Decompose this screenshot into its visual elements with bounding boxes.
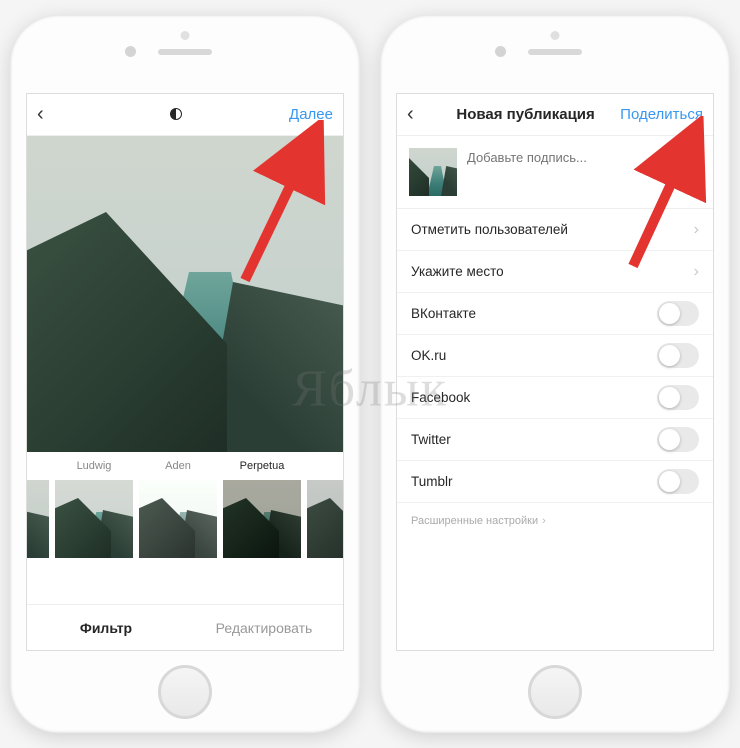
social-row: Facebook	[397, 377, 713, 419]
toggle-vk[interactable]	[657, 301, 699, 326]
chevron-right-icon: ›	[542, 515, 546, 527]
filter-label: Ludwig	[55, 460, 133, 474]
row-label: Укажите место	[411, 264, 504, 279]
back-button[interactable]: ‹	[37, 103, 61, 126]
phone-right: ‹ Новая публикация Поделиться Отметить п…	[380, 15, 730, 733]
tab-filter[interactable]: Фильтр	[27, 605, 185, 650]
filter-item[interactable]: Ludwig	[55, 460, 133, 558]
screen-right: ‹ Новая публикация Поделиться Отметить п…	[396, 93, 714, 651]
add-location-row[interactable]: Укажите место ›	[397, 251, 713, 293]
caption-thumbnail[interactable]	[409, 148, 457, 196]
brightness-icon[interactable]	[61, 104, 289, 126]
tag-people-row[interactable]: Отметить пользователей ›	[397, 209, 713, 251]
caption-row	[397, 136, 713, 209]
speaker-grill	[528, 49, 582, 55]
filter-item[interactable]	[307, 460, 343, 558]
row-label: Отметить пользователей	[411, 222, 568, 237]
header-right: ‹ Новая публикация Поделиться	[397, 94, 713, 136]
social-row: Tumblr	[397, 461, 713, 503]
phone-left: ‹ Далее ema Ludwig Aden Perpe	[10, 15, 360, 733]
screen-left: ‹ Далее ema Ludwig Aden Perpe	[26, 93, 344, 651]
filter-strip[interactable]: ema Ludwig Aden Perpetua	[27, 452, 343, 560]
home-button[interactable]	[158, 665, 212, 719]
row-label: Tumblr	[411, 474, 453, 489]
filter-item[interactable]: Aden	[139, 460, 217, 558]
chevron-right-icon: ›	[694, 263, 699, 281]
sensor-dot	[181, 31, 190, 40]
filter-label	[307, 460, 343, 474]
row-label: ВКонтакте	[411, 306, 476, 321]
header-title: Новая публикация	[431, 106, 620, 123]
share-button[interactable]: Поделиться	[620, 106, 703, 123]
tab-edit[interactable]: Редактировать	[185, 605, 343, 650]
social-row: OK.ru	[397, 335, 713, 377]
front-camera	[495, 46, 506, 57]
next-button[interactable]: Далее	[289, 106, 333, 123]
toggle-tumblr[interactable]	[657, 469, 699, 494]
row-label: OK.ru	[411, 348, 446, 363]
sensor-dot	[551, 31, 560, 40]
toggle-twitter[interactable]	[657, 427, 699, 452]
bottom-tabs: Фильтр Редактировать	[27, 604, 343, 650]
advanced-label: Расширенные настройки	[411, 515, 538, 527]
advanced-settings[interactable]: Расширенные настройки ›	[397, 503, 713, 539]
row-label: Facebook	[411, 390, 470, 405]
home-button[interactable]	[528, 665, 582, 719]
filter-label: Aden	[139, 460, 217, 474]
toggle-okru[interactable]	[657, 343, 699, 368]
social-row: Twitter	[397, 419, 713, 461]
header-left: ‹ Далее	[27, 94, 343, 136]
filter-item[interactable]: Perpetua	[223, 460, 301, 558]
row-label: Twitter	[411, 432, 451, 447]
filter-label: Perpetua	[223, 460, 301, 474]
filter-label: ema	[27, 460, 49, 474]
social-row: ВКонтакте	[397, 293, 713, 335]
front-camera	[125, 46, 136, 57]
photo-preview[interactable]	[27, 136, 343, 452]
filter-item[interactable]: ema	[27, 460, 49, 558]
speaker-grill	[158, 49, 212, 55]
back-button[interactable]: ‹	[407, 103, 431, 126]
toggle-facebook[interactable]	[657, 385, 699, 410]
caption-input[interactable]	[467, 148, 701, 165]
chevron-right-icon: ›	[694, 221, 699, 239]
